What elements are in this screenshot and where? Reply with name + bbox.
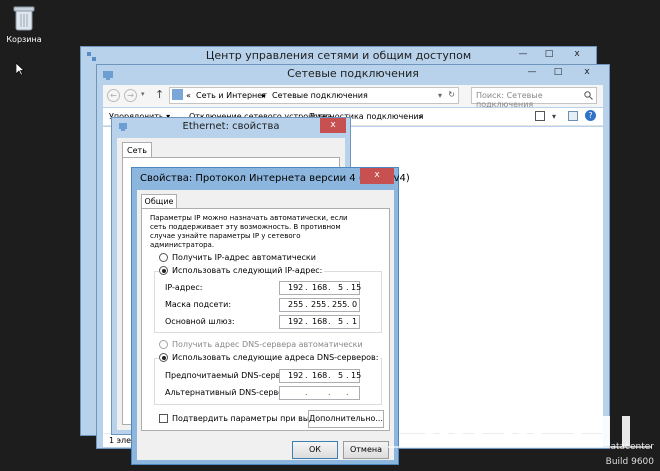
back-arrow-icon[interactable]: ← xyxy=(107,89,120,102)
subnet-mask-label: Маска подсети: xyxy=(165,300,232,309)
forward-arrow-icon[interactable]: → xyxy=(124,89,137,102)
auto-ip-radio[interactable] xyxy=(159,253,168,262)
ipv4-body: Общие Параметры IP можно назначать автом… xyxy=(137,190,394,460)
ok-button[interactable]: ОК xyxy=(292,441,338,459)
ip-octet-1: 192 xyxy=(288,283,304,292)
gateway-label: Основной шлюз: xyxy=(165,317,235,326)
manual-dns-radio[interactable] xyxy=(159,353,168,362)
dns-octet-2: 168 xyxy=(312,371,328,380)
breadcrumb-network-connections[interactable]: Сетевые подключения xyxy=(272,91,368,100)
preferred-dns-label: Предпочитаемый DNS-сервер: xyxy=(165,371,294,380)
alt-dns-dot-3: . xyxy=(346,388,349,397)
recycle-bin-label: Корзина xyxy=(6,35,42,44)
manual-ip-option[interactable]: Использовать следующий IP-адрес: xyxy=(159,266,325,275)
network-center-icon xyxy=(87,52,96,61)
ethernet-title: Ethernet: свойства xyxy=(182,121,280,132)
dns-octet-3: 5 xyxy=(338,371,344,380)
watermark-build: Build 9600 xyxy=(605,457,654,467)
ip-octet-3: 5 xyxy=(338,283,344,292)
dns-octet-1: 192 xyxy=(288,371,304,380)
address-bar-row: ← → ▾ ↑ « Сеть и Интернет ▸ Сетевые подк… xyxy=(103,85,603,109)
mask-octet-4: 0 xyxy=(352,300,358,309)
cancel-button[interactable]: Отмена xyxy=(343,441,389,459)
postila-watermark-logo xyxy=(388,394,652,448)
view-options-icon[interactable] xyxy=(535,111,545,121)
up-arrow-icon[interactable]: ↑ xyxy=(155,88,164,101)
network-center-close-button[interactable]: x xyxy=(562,47,592,62)
recycle-bin-desktop-icon[interactable]: Корзина xyxy=(4,4,44,44)
address-prefix: « xyxy=(186,91,191,100)
manual-dns-option[interactable]: Использовать следующие адреса DNS-сервер… xyxy=(159,353,381,362)
search-placeholder: Поиск: Сетевые подключения xyxy=(476,91,543,109)
validate-on-exit-option[interactable]: Подтвердить параметры при выходе xyxy=(159,414,329,423)
gateway-octet-1: 192 xyxy=(288,317,304,326)
search-icon xyxy=(584,91,593,100)
mask-octet-1: 255 xyxy=(288,300,304,309)
ethernet-close-button[interactable]: x xyxy=(320,118,346,133)
ip-octet-2: 168 xyxy=(312,283,328,292)
help-icon[interactable]: ? xyxy=(585,110,596,121)
mask-octet-2: 255 xyxy=(311,300,327,309)
auto-dns-radio[interactable] xyxy=(159,340,168,349)
gateway-field[interactable]: 192. 168. 5. 1 xyxy=(279,315,360,329)
auto-ip-option[interactable]: Получить IP-адрес автоматически xyxy=(159,253,316,262)
more-commands-chevron[interactable]: » xyxy=(418,112,423,121)
auto-dns-label: Получить адрес DNS-сервера автоматически xyxy=(172,340,363,349)
general-tab-panel: Параметры IP можно назначать автоматичес… xyxy=(141,208,390,431)
subnet-mask-field[interactable]: 255. 255. 255. 0 xyxy=(279,298,360,312)
recycle-bin-icon xyxy=(13,6,35,31)
search-box[interactable]: Поиск: Сетевые подключения xyxy=(471,87,597,109)
ipv4-close-button[interactable]: x xyxy=(360,168,394,184)
validate-label: Подтвердить параметры при выходе xyxy=(172,414,330,423)
alternate-dns-field[interactable]: . . . xyxy=(279,386,360,400)
connections-maximize-button[interactable]: □ xyxy=(545,65,571,80)
preferred-dns-field[interactable]: 192. 168. 5. 15 xyxy=(279,369,362,383)
address-bar[interactable]: « Сеть и Интернет ▸ Сетевые подключения … xyxy=(169,87,459,104)
tab-network[interactable]: Сеть xyxy=(122,142,152,158)
manual-ip-radio[interactable] xyxy=(159,266,168,275)
gateway-octet-3: 5 xyxy=(338,317,344,326)
network-connections-icon xyxy=(103,71,113,80)
network-center-maximize-button[interactable]: □ xyxy=(536,47,562,62)
advanced-button[interactable]: Дополнительно... xyxy=(308,410,384,428)
connections-minimize-button[interactable]: — xyxy=(519,65,545,80)
alt-dns-dot-1: . xyxy=(305,388,308,397)
auto-dns-option[interactable]: Получить адрес DNS-сервера автоматически xyxy=(159,340,363,349)
ethernet-icon xyxy=(119,123,127,131)
manual-ip-label: Использовать следующий IP-адрес: xyxy=(172,266,323,275)
history-dropdown-icon[interactable]: ▾ xyxy=(141,90,145,98)
dns-octet-4: 15 xyxy=(351,371,362,380)
ipv4-description: Параметры IP можно назначать автоматичес… xyxy=(150,214,348,249)
manual-dns-label: Использовать следующие адреса DNS-сервер… xyxy=(172,353,379,362)
validate-checkbox[interactable] xyxy=(159,414,168,423)
refresh-icon[interactable]: ↻ xyxy=(448,90,455,99)
preview-pane-icon[interactable] xyxy=(568,111,578,121)
ip-address-label: IP-адрес: xyxy=(165,283,203,292)
ip-address-field[interactable]: 192. 168. 5. 15 xyxy=(279,281,362,295)
mouse-cursor-icon xyxy=(16,63,25,76)
breadcrumb-network-internet[interactable]: Сеть и Интернет xyxy=(196,91,267,100)
auto-ip-label: Получить IP-адрес автоматически xyxy=(172,253,316,262)
alt-dns-dot-2: . xyxy=(328,388,331,397)
ip-octet-4: 15 xyxy=(351,283,362,292)
mask-octet-3: 255 xyxy=(332,300,348,309)
gateway-octet-4: 1 xyxy=(352,317,358,326)
connections-close-button[interactable]: x xyxy=(571,65,603,80)
breadcrumb-separator: ▸ xyxy=(262,91,267,100)
tab-general[interactable]: Общие xyxy=(141,194,177,209)
control-panel-icon xyxy=(172,89,183,100)
network-center-minimize-button[interactable]: — xyxy=(510,47,536,62)
gateway-octet-2: 168 xyxy=(312,317,328,326)
address-dropdown-icon[interactable]: ▾ xyxy=(438,91,442,100)
alternate-dns-label: Альтернативный DNS-сервер: xyxy=(165,388,291,397)
ipv4-dialog: Свойства: Протокол Интернета версии 4 (T… xyxy=(131,167,410,465)
view-dropdown-icon[interactable]: ▾ xyxy=(552,112,556,121)
